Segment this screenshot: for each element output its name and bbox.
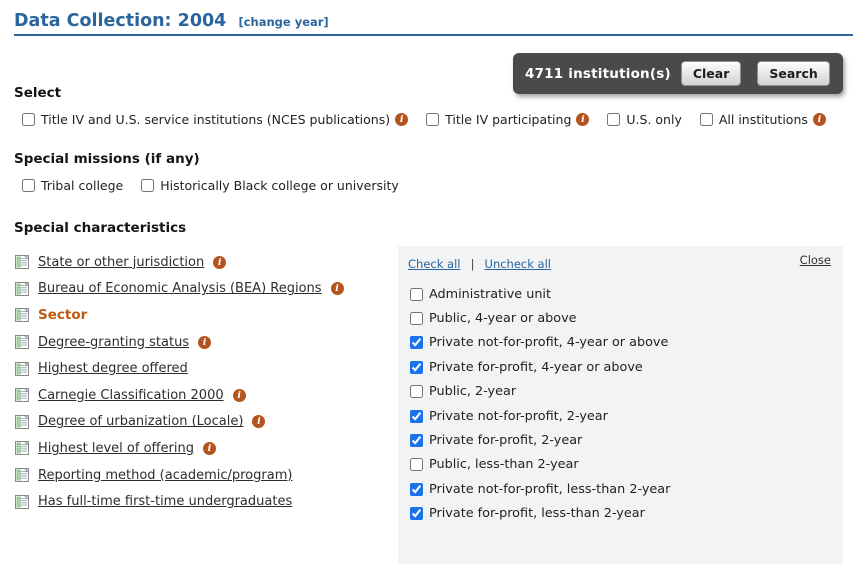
sector-option-private-fp-4year[interactable]: Private for-profit, 4-year or above (410, 355, 831, 379)
sector-option-public-2year[interactable]: Public, 2-year (410, 380, 831, 404)
option-tribal-college[interactable]: Tribal college (22, 178, 123, 193)
private-nfp-less2year-checkbox[interactable] (410, 483, 423, 496)
characteristic-link-urbanization[interactable]: Degree of urbanization (Locale) (38, 414, 243, 429)
sector-checkbox-list: Administrative unit Public, 4-year or ab… (410, 282, 831, 526)
info-icon[interactable]: i (252, 415, 265, 428)
option-label: U.S. only (626, 112, 681, 127)
hbcu-checkbox[interactable] (141, 179, 154, 192)
table-list-icon (14, 387, 30, 403)
tribal-college-checkbox[interactable] (22, 179, 35, 192)
clear-button[interactable]: Clear (681, 61, 742, 86)
info-icon[interactable]: i (198, 336, 211, 349)
characteristic-link-degree-granting[interactable]: Degree-granting status (38, 335, 189, 350)
sector-option-private-fp-2year[interactable]: Private for-profit, 2-year (410, 428, 831, 452)
all-institutions-checkbox[interactable] (700, 113, 713, 126)
institution-count: 4711 institution(s) (525, 66, 671, 82)
option-label: Administrative unit (429, 287, 551, 302)
info-icon[interactable]: i (331, 282, 344, 295)
change-year-link[interactable]: [change year] (238, 15, 328, 29)
characteristic-link-highest-level[interactable]: Highest level of offering (38, 441, 194, 456)
close-link[interactable]: Close (800, 253, 831, 267)
sector-option-private-nfp-2year[interactable]: Private not-for-profit, 2-year (410, 404, 831, 428)
option-label: Historically Black college or university (160, 178, 399, 193)
sector-option-public-4year[interactable]: Public, 4-year or above (410, 306, 831, 330)
option-us-only[interactable]: U.S. only (607, 112, 681, 127)
public-4year-checkbox[interactable] (410, 312, 423, 325)
table-list-icon (14, 440, 30, 456)
page-title: Data Collection: 2004 (14, 11, 226, 31)
public-2year-checkbox[interactable] (410, 385, 423, 398)
info-icon[interactable]: i (395, 113, 408, 126)
info-icon[interactable]: i (576, 113, 589, 126)
table-list-icon (14, 254, 30, 270)
characteristic-link-bea-regions[interactable]: Bureau of Economic Analysis (BEA) Region… (38, 281, 322, 296)
table-list-icon (14, 414, 30, 430)
info-icon[interactable]: i (233, 389, 246, 402)
option-label: Private not-for-profit, less-than 2-year (429, 482, 670, 497)
table-list-icon (14, 281, 30, 297)
option-label: Private not-for-profit, 4-year or above (429, 335, 668, 350)
private-fp-less2year-checkbox[interactable] (410, 507, 423, 520)
table-list-icon (14, 494, 30, 510)
characteristic-link-sector-active[interactable]: Sector (38, 307, 87, 323)
missions-heading: Special missions (if any) (14, 151, 867, 167)
missions-options-row: Tribal college Historically Black colleg… (22, 178, 867, 193)
option-label: Public, less-than 2-year (429, 457, 579, 472)
title-iv-nces-checkbox[interactable] (22, 113, 35, 126)
sector-option-public-less2year[interactable]: Public, less-than 2-year (410, 453, 831, 477)
table-list-icon (14, 361, 30, 377)
private-fp-2year-checkbox[interactable] (410, 434, 423, 447)
characteristic-link-reporting-method[interactable]: Reporting method (academic/program) (38, 468, 292, 483)
select-options-row: Title IV and U.S. service institutions (… (22, 112, 867, 127)
info-icon[interactable]: i (203, 442, 216, 455)
info-icon[interactable]: i (213, 256, 226, 269)
link-separator: | (471, 257, 475, 271)
option-label: Private not-for-profit, 2-year (429, 409, 608, 424)
search-toolbar: 4711 institution(s) Clear Search (513, 53, 843, 94)
private-nfp-4year-checkbox[interactable] (410, 336, 423, 349)
option-label: Private for-profit, 2-year (429, 433, 582, 448)
option-title-iv-nces[interactable]: Title IV and U.S. service institutions (… (22, 112, 408, 127)
uncheck-all-link[interactable]: Uncheck all (485, 257, 551, 271)
option-label: Private for-profit, 4-year or above (429, 360, 643, 375)
option-all-institutions[interactable]: All institutions i (700, 112, 826, 127)
option-title-iv-participating[interactable]: Title IV participating i (426, 112, 589, 127)
characteristic-link-highest-degree[interactable]: Highest degree offered (38, 361, 188, 376)
option-label: Public, 4-year or above (429, 311, 577, 326)
administrative-unit-checkbox[interactable] (410, 288, 423, 301)
option-label: Tribal college (41, 178, 123, 193)
characteristic-link-fulltime-undergrads[interactable]: Has full-time first-time undergraduates (38, 494, 292, 509)
info-icon[interactable]: i (813, 113, 826, 126)
option-hbcu[interactable]: Historically Black college or university (141, 178, 399, 193)
sector-option-private-fp-less2year[interactable]: Private for-profit, less-than 2-year (410, 502, 831, 526)
table-list-icon (14, 467, 30, 483)
us-only-checkbox[interactable] (607, 113, 620, 126)
private-fp-4year-checkbox[interactable] (410, 361, 423, 374)
check-all-link[interactable]: Check all (408, 257, 460, 271)
sector-options-panel: Check all | Uncheck all Close Administra… (398, 246, 843, 564)
private-nfp-2year-checkbox[interactable] (410, 410, 423, 423)
option-label: Title IV and U.S. service institutions (… (41, 112, 390, 127)
data-collection-page: Data Collection: 2004 [change year] 4711… (0, 11, 867, 584)
panel-header-links: Check all | Uncheck all (408, 253, 551, 272)
characteristic-link-state[interactable]: State or other jurisdiction (38, 255, 204, 270)
option-label: Private for-profit, less-than 2-year (429, 506, 645, 521)
title-iv-participating-checkbox[interactable] (426, 113, 439, 126)
characteristics-heading: Special characteristics (14, 220, 867, 236)
sector-option-administrative-unit[interactable]: Administrative unit (410, 282, 831, 306)
public-less2year-checkbox[interactable] (410, 458, 423, 471)
option-label: All institutions (719, 112, 808, 127)
panel-header: Check all | Uncheck all Close (408, 253, 831, 272)
sector-option-private-nfp-4year[interactable]: Private not-for-profit, 4-year or above (410, 331, 831, 355)
characteristic-link-carnegie[interactable]: Carnegie Classification 2000 (38, 388, 224, 403)
table-list-icon (14, 307, 30, 323)
option-label: Public, 2-year (429, 384, 516, 399)
search-button[interactable]: Search (757, 61, 829, 86)
option-label: Title IV participating (445, 112, 571, 127)
page-header: Data Collection: 2004 [change year] (14, 11, 853, 36)
sector-option-private-nfp-less2year[interactable]: Private not-for-profit, less-than 2-year (410, 477, 831, 501)
table-list-icon (14, 334, 30, 350)
